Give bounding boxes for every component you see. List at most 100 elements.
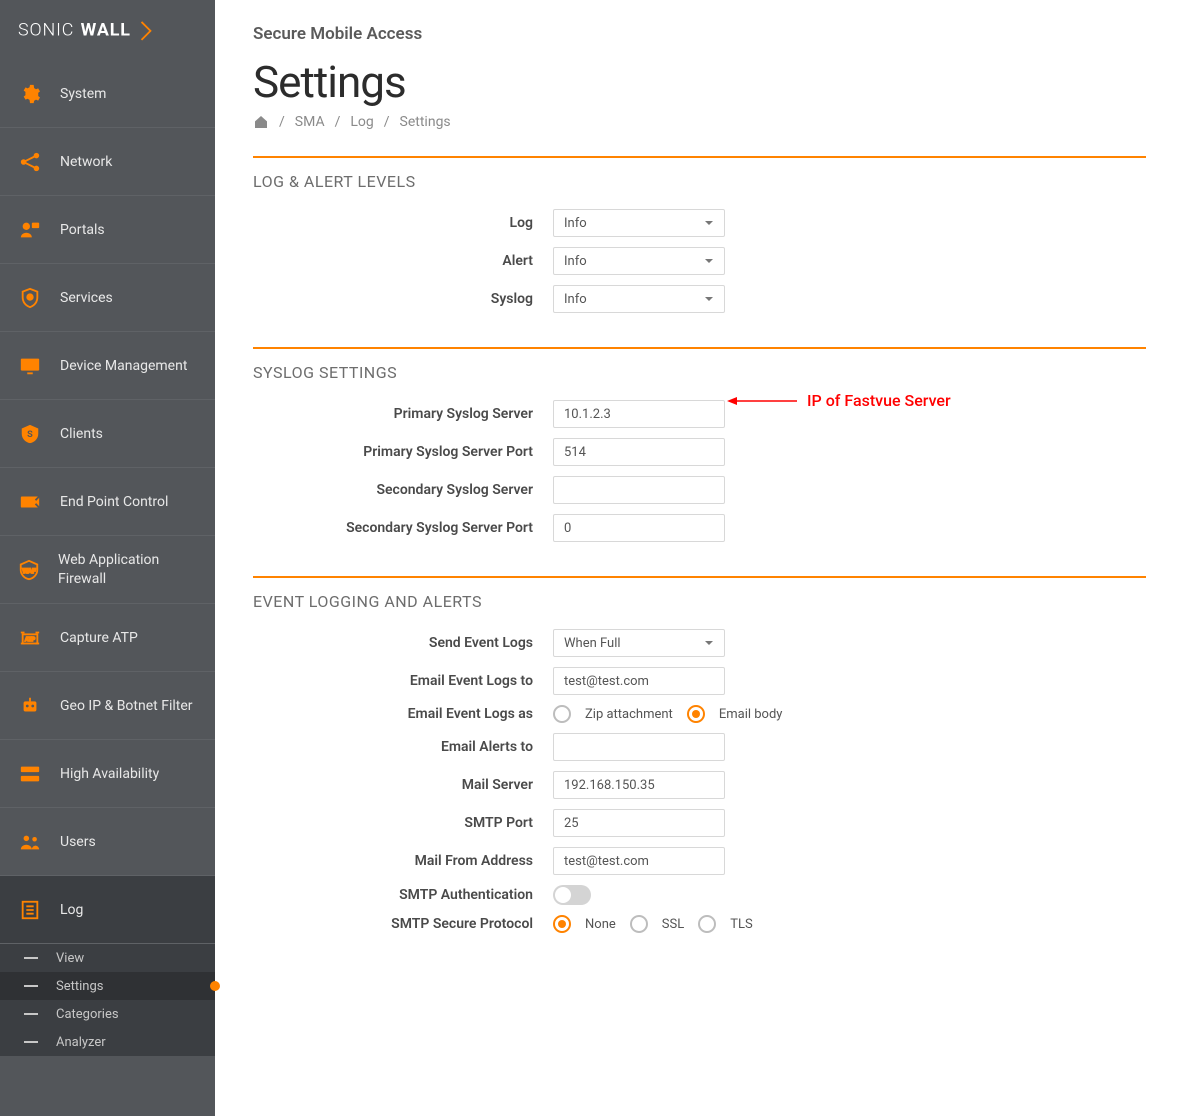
select-send-event-logs[interactable]: When Full <box>553 629 725 657</box>
label-smtp-secure: SMTP Secure Protocol <box>253 916 553 932</box>
breadcrumb-sep: / <box>335 114 341 130</box>
radio-label: Email body <box>719 707 783 722</box>
input-mail-from[interactable] <box>553 847 725 875</box>
sidebar-item-label: Users <box>60 834 96 850</box>
sidebar-item-label: Capture ATP <box>60 630 138 646</box>
breadcrumb-sma[interactable]: SMA <box>295 114 325 130</box>
label-email-alerts-to: Email Alerts to <box>253 739 553 755</box>
breadcrumb-log[interactable]: Log <box>350 114 373 130</box>
sidebar-item-label: Services <box>60 290 113 306</box>
sidebar-item-clients[interactable]: S Clients <box>0 400 215 468</box>
users-icon <box>18 830 42 854</box>
sidebar-item-capture-atp[interactable]: ATP Capture ATP <box>0 604 215 672</box>
input-mail-server[interactable] <box>553 771 725 799</box>
input-primary-syslog-port[interactable] <box>553 438 725 466</box>
sub-label: Categories <box>56 1007 119 1022</box>
input-email-alerts-to[interactable] <box>553 733 725 761</box>
sidebar-item-label: Device Management <box>60 358 187 374</box>
sidebar-item-end-point-control[interactable]: End Point Control <box>0 468 215 536</box>
radio-tls[interactable] <box>698 915 716 933</box>
input-email-logs-to[interactable] <box>553 667 725 695</box>
sidebar-item-network[interactable]: Network <box>0 128 215 196</box>
sonicwall-logo: SONICWALL <box>18 19 197 41</box>
sidebar-sub-settings[interactable]: Settings <box>0 972 215 1000</box>
shield-icon <box>18 286 42 310</box>
input-secondary-syslog-server[interactable] <box>553 476 725 504</box>
monitor-icon <box>18 354 42 378</box>
sidebar-sub-items: View Settings Categories Analyzer <box>0 944 215 1056</box>
sidebar-item-label: Clients <box>60 426 103 442</box>
sidebar-item-log[interactable]: Log <box>0 876 215 944</box>
breadcrumb-settings: Settings <box>400 114 451 130</box>
sidebar-item-label: Network <box>60 154 112 170</box>
select-log-level[interactable]: Info <box>553 209 725 237</box>
sidebar-sub-categories[interactable]: Categories <box>0 1000 215 1028</box>
breadcrumb-sep: / <box>384 114 390 130</box>
radio-label: None <box>585 917 616 932</box>
label-secondary-syslog-port: Secondary Syslog Server Port <box>253 520 553 536</box>
home-icon[interactable] <box>253 114 269 130</box>
sidebar-item-device-management[interactable]: Device Management <box>0 332 215 400</box>
section-event-logging: EVENT LOGGING AND ALERTS Send Event Logs… <box>253 576 1146 933</box>
sidebar-item-label: End Point Control <box>60 494 168 510</box>
radio-ssl[interactable] <box>630 915 648 933</box>
sidebar-item-label: Web Application Firewall <box>58 551 197 587</box>
radio-label: SSL <box>662 917 684 932</box>
section-log-alert-levels: LOG & ALERT LEVELS Log Info Alert Info S… <box>253 156 1146 313</box>
sidebar-item-services[interactable]: Services <box>0 264 215 332</box>
waf-icon: WAF <box>18 558 40 582</box>
input-smtp-port[interactable] <box>553 809 725 837</box>
sidebar-item-portals[interactable]: Portals <box>0 196 215 264</box>
breadcrumb-sep: / <box>279 114 285 130</box>
dash-icon <box>24 985 38 987</box>
sidebar-item-waf[interactable]: WAF Web Application Firewall <box>0 536 215 604</box>
ha-icon <box>18 762 42 786</box>
select-alert-level[interactable]: Info <box>553 247 725 275</box>
sidebar: SONICWALL System Network Portals Service… <box>0 0 215 1116</box>
input-secondary-syslog-port[interactable] <box>553 514 725 542</box>
page-title: Settings <box>253 56 1146 108</box>
radio-none[interactable] <box>553 915 571 933</box>
sidebar-item-users[interactable]: Users <box>0 808 215 876</box>
svg-text:ATP: ATP <box>25 636 36 642</box>
section-syslog-settings: SYSLOG SETTINGS Primary Syslog Server Pr… <box>253 347 1146 542</box>
sidebar-sub-analyzer[interactable]: Analyzer <box>0 1028 215 1056</box>
person-card-icon <box>18 218 42 242</box>
label-email-logs-as: Email Event Logs as <box>253 706 553 722</box>
sub-label: Analyzer <box>56 1035 106 1050</box>
svg-text:S: S <box>27 429 33 439</box>
radio-group-email-as: Zip attachment Email body <box>553 705 782 723</box>
dash-icon <box>24 957 38 959</box>
chevron-down-icon <box>704 294 714 304</box>
sub-label: View <box>56 951 84 966</box>
section-title: SYSLOG SETTINGS <box>253 363 1146 382</box>
robot-icon <box>18 694 42 718</box>
toggle-smtp-auth[interactable] <box>553 885 591 905</box>
sub-label: Settings <box>56 979 103 994</box>
dash-icon <box>24 1013 38 1015</box>
input-primary-syslog-server[interactable] <box>553 400 725 428</box>
brand-logo: SONICWALL <box>0 0 215 60</box>
firewall-icon <box>18 490 42 514</box>
radio-label: Zip attachment <box>585 707 673 722</box>
main-content: Secure Mobile Access Settings / SMA / Lo… <box>215 0 1184 1027</box>
label-smtp-port: SMTP Port <box>253 815 553 831</box>
select-syslog-level[interactable]: Info <box>553 285 725 313</box>
label-primary-syslog-port: Primary Syslog Server Port <box>253 444 553 460</box>
sidebar-item-label: Portals <box>60 222 105 238</box>
sidebar-item-system[interactable]: System <box>0 60 215 128</box>
sidebar-item-geo-ip-botnet[interactable]: Geo IP & Botnet Filter <box>0 672 215 740</box>
sidebar-sub-view[interactable]: View <box>0 944 215 972</box>
select-value: Info <box>564 216 587 231</box>
arrow-left-icon <box>727 395 797 407</box>
select-value: When Full <box>564 636 621 651</box>
sidebar-item-high-availability[interactable]: High Availability <box>0 740 215 808</box>
label-email-logs-to: Email Event Logs to <box>253 673 553 689</box>
radio-zip-attachment[interactable] <box>553 705 571 723</box>
label-smtp-auth: SMTP Authentication <box>253 887 553 903</box>
label-secondary-syslog: Secondary Syslog Server <box>253 482 553 498</box>
select-value: Info <box>564 254 587 269</box>
app-subtitle: Secure Mobile Access <box>253 24 1146 44</box>
section-title: LOG & ALERT LEVELS <box>253 172 1146 191</box>
radio-email-body[interactable] <box>687 705 705 723</box>
